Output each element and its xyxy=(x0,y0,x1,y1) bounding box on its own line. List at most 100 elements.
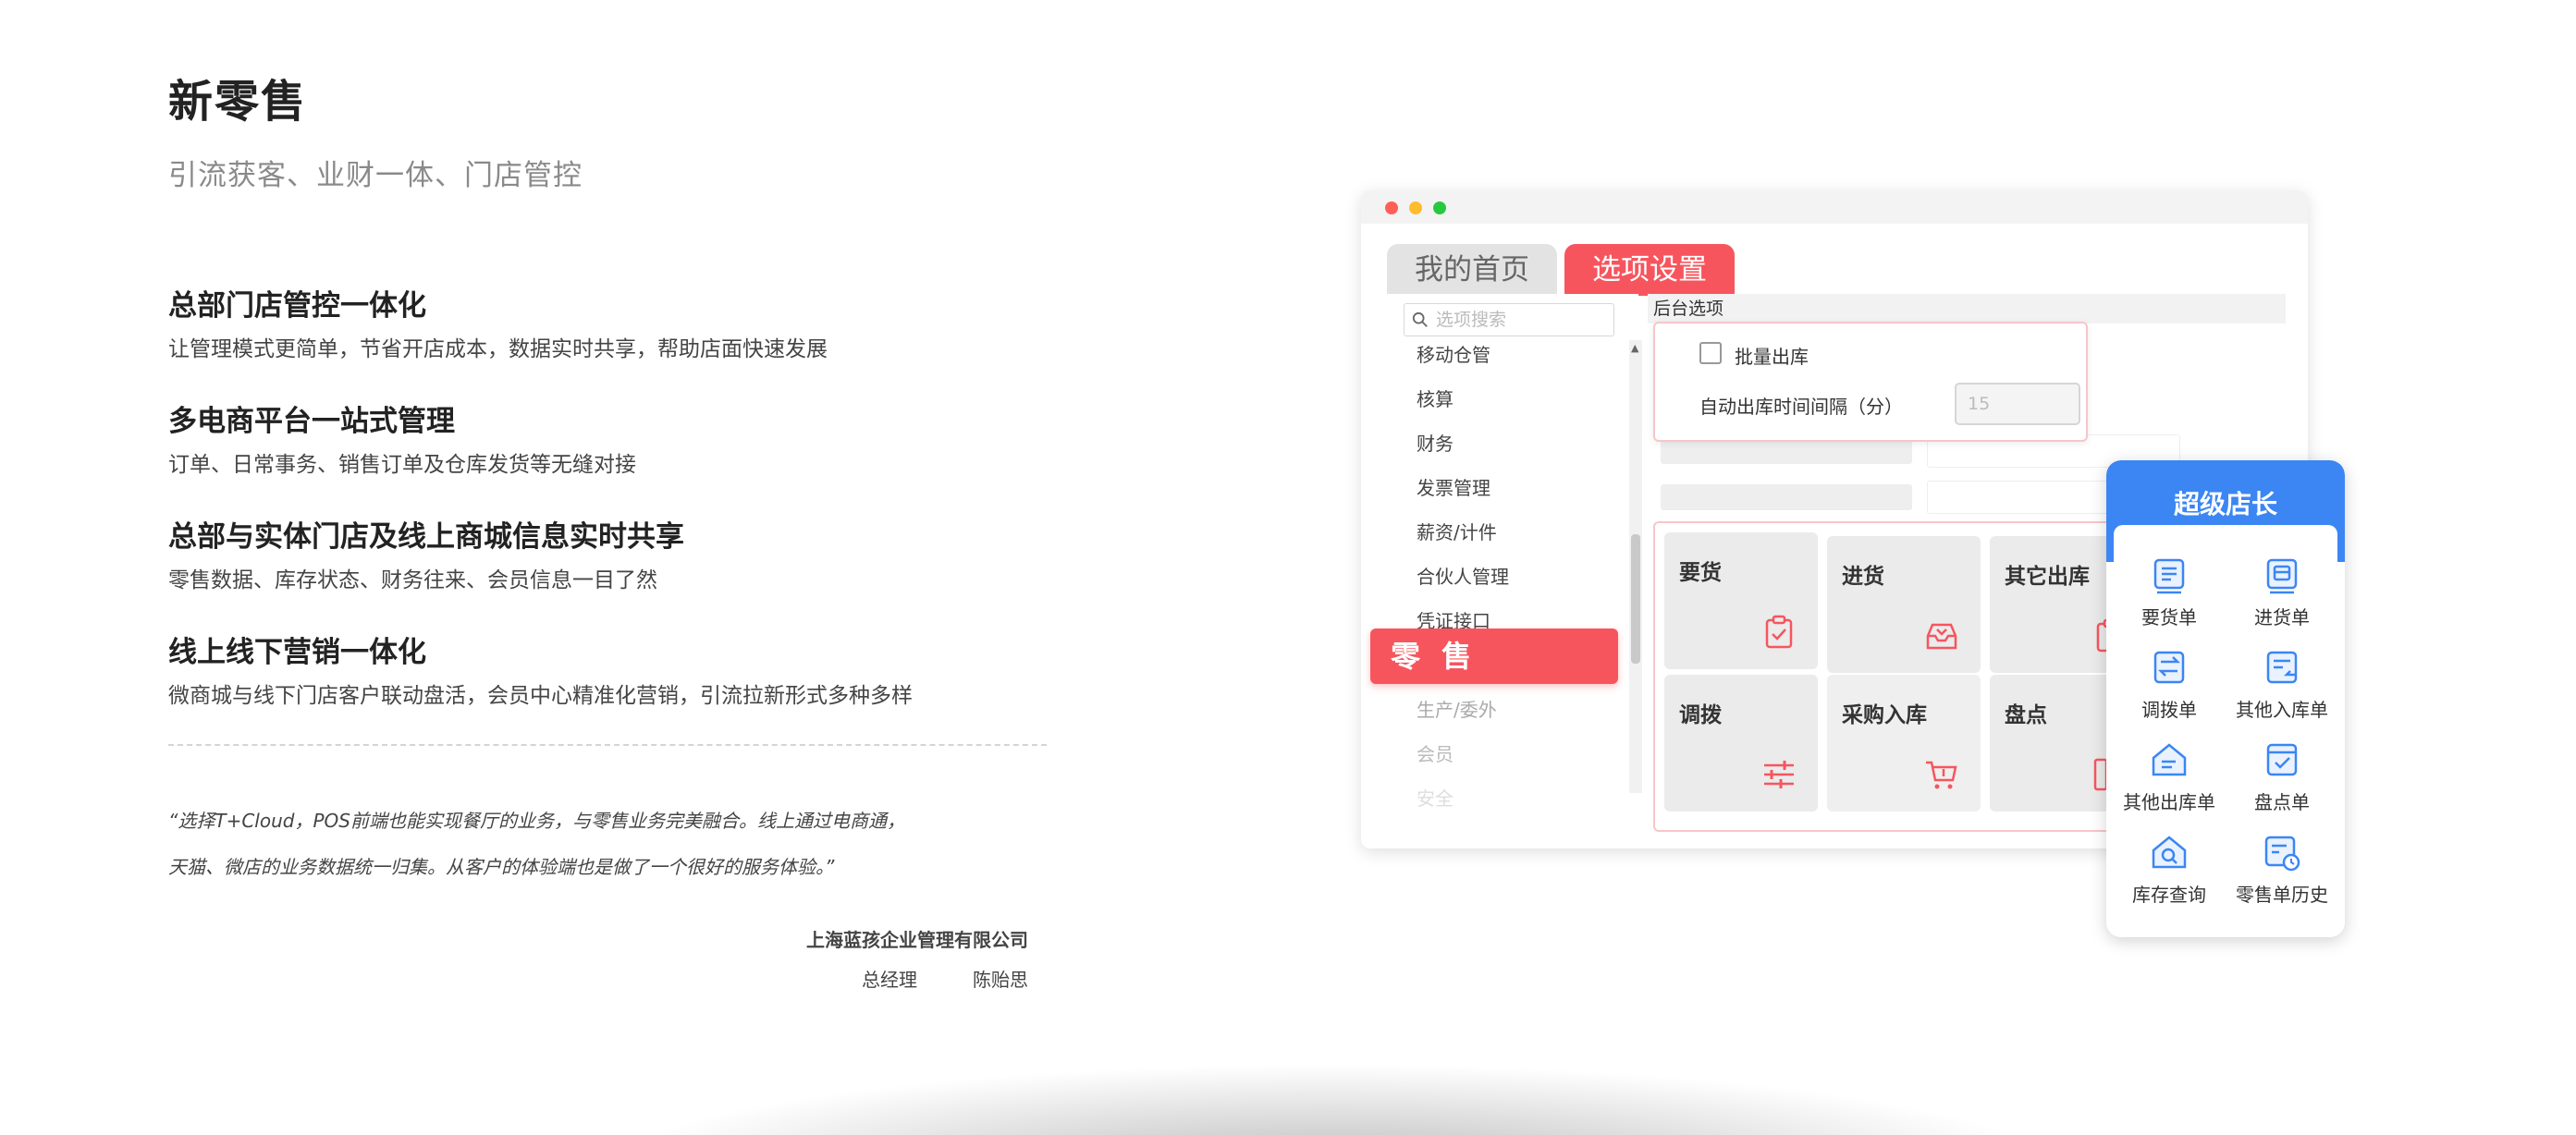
page-title: 新零售 xyxy=(168,76,308,128)
testimonial-quote: “选择T+Cloud，POS前端也能实现餐厅的业务，与零售业务完美融合。线上通过… xyxy=(168,798,1056,890)
list-doc-icon xyxy=(2153,558,2185,594)
mobile-item-label: 盘点单 xyxy=(2254,791,2310,813)
mobile-item-other-outbound[interactable]: 其他出库单 xyxy=(2114,739,2225,814)
feature-title: 多电商平台一站式管理 xyxy=(168,405,455,438)
mobile-item-stocktake[interactable]: 盘点单 xyxy=(2226,739,2337,814)
maximize-dot-icon[interactable] xyxy=(1433,201,1446,214)
feature-list: 总部门店管控一体化 让管理模式更简单，节省开店成本，数据实时共享，帮助店面快速发… xyxy=(168,282,1056,709)
page: 新零售 引流获客、业财一体、门店管控 总部门店管控一体化 让管理模式更简单，节省… xyxy=(0,0,2576,1135)
sliders-icon xyxy=(1764,761,1794,788)
mobile-function-grid: 要货单 进货单 调拨单 其他入库单 其他出库单 盘点单 库存查询 零售单历史 xyxy=(2114,525,2337,932)
mobile-item-requisition[interactable]: 要货单 xyxy=(2114,555,2225,629)
tab-settings[interactable]: 选项设置 xyxy=(1564,244,1735,296)
person-line: 总经理 陈贻思 xyxy=(168,965,1028,992)
feature-desc: 订单、日常事务、销售订单及仓库发货等无缝对接 xyxy=(168,453,636,477)
feature-desc: 零售数据、库存状态、财务往来、会员信息一目了然 xyxy=(168,568,657,592)
export-house-icon xyxy=(2152,743,2187,776)
bottom-shadow xyxy=(592,1063,2071,1135)
box-doc-icon xyxy=(2266,558,2298,594)
placeholder-bar xyxy=(1661,484,1912,510)
sidebar-item[interactable]: 核算 xyxy=(1417,384,1454,411)
mobile-item-label: 库存查询 xyxy=(2132,884,2206,906)
sidebar-item[interactable]: 移动仓管 xyxy=(1417,340,1490,367)
feature-title: 线上线下营销一体化 xyxy=(168,636,426,669)
tile-transfer[interactable]: 调拨 xyxy=(1664,675,1818,812)
tile-label: 调拨 xyxy=(1679,703,1722,727)
sidebar-item[interactable]: 薪资/计件 xyxy=(1417,518,1497,544)
testimonial-signature: 上海蓝孩企业管理有限公司 总经理 陈贻思 xyxy=(168,925,1028,992)
feature-item: 多电商平台一站式管理 订单、日常事务、销售订单及仓库发货等无缝对接 xyxy=(168,397,1056,478)
dashed-divider xyxy=(168,744,1047,746)
clipboard-check-icon xyxy=(1765,615,1793,649)
window-titlebar xyxy=(1361,190,2308,224)
interval-input[interactable]: 15 xyxy=(1955,383,2080,425)
scrollbar-thumb[interactable] xyxy=(1631,534,1640,664)
transfer-doc-icon xyxy=(2153,651,2185,684)
quote-line: “选择T+Cloud，POS前端也能实现餐厅的业务，与零售业务完美融合。线上通过… xyxy=(168,810,905,832)
tile-label: 进货 xyxy=(1842,565,1884,589)
mobile-item-transfer[interactable]: 调拨单 xyxy=(2114,647,2225,722)
tab-home[interactable]: 我的首页 xyxy=(1387,244,1557,296)
mobile-item-stock-query[interactable]: 库存查询 xyxy=(2114,832,2225,907)
check-doc-icon xyxy=(2266,743,2298,776)
inbox-tray-icon xyxy=(1926,623,1957,650)
page-subtitle: 引流获客、业财一体、门店管控 xyxy=(168,159,583,192)
mobile-item-label: 零售单历史 xyxy=(2236,884,2328,906)
mobile-item-label: 其他出库单 xyxy=(2123,791,2215,813)
tile-label: 采购入库 xyxy=(1842,703,1927,727)
mobile-item-label: 调拨单 xyxy=(2141,699,2197,721)
feature-item: 总部门店管控一体化 让管理模式更简单，节省开店成本，数据实时共享，帮助店面快速发… xyxy=(168,282,1056,362)
search-input[interactable]: 选项搜索 xyxy=(1404,303,1614,336)
sidebar-scrollbar[interactable]: ▲ xyxy=(1629,340,1642,793)
tile-other-outbound[interactable]: 其它出库 xyxy=(1990,536,2124,673)
company-name: 上海蓝孩企业管理有限公司 xyxy=(806,929,1028,951)
feature-title: 总部与实体门店及线上商城信息实时共享 xyxy=(168,520,684,554)
sidebar-item[interactable]: 合伙人管理 xyxy=(1417,562,1509,589)
search-icon xyxy=(1412,311,1428,327)
house-search-icon xyxy=(2152,836,2187,869)
person-name: 陈贻思 xyxy=(973,969,1028,991)
cart-icon xyxy=(1926,761,1957,789)
history-doc-icon xyxy=(2264,836,2300,872)
sidebar-item[interactable]: 安全 xyxy=(1417,784,1454,811)
content-header: 后台选项 xyxy=(1648,294,2286,323)
tile-purchase-inbound[interactable]: 采购入库 xyxy=(1827,675,1981,812)
close-dot-icon[interactable] xyxy=(1385,201,1398,214)
tile-label: 盘点 xyxy=(2005,703,2047,727)
mobile-item-other-inbound[interactable]: 其他入库单 xyxy=(2226,647,2337,722)
feature-item: 总部与实体门店及线上商城信息实时共享 零售数据、库存状态、财务往来、会员信息一目… xyxy=(168,513,1056,593)
search-placeholder: 选项搜索 xyxy=(1436,310,1507,330)
retail-highlight-tab[interactable]: 零 售 xyxy=(1370,629,1618,684)
feature-title: 总部门店管控一体化 xyxy=(168,289,426,323)
sidebar-item[interactable]: 生产/委外 xyxy=(1417,695,1497,722)
mobile-item-retail-history[interactable]: 零售单历史 xyxy=(2226,832,2337,907)
sidebar-item[interactable]: 发票管理 xyxy=(1417,473,1490,500)
tile-label: 要货 xyxy=(1679,561,1722,585)
intro-column: 新零售 引流获客、业财一体、门店管控 总部门店管控一体化 让管理模式更简单，节省… xyxy=(168,65,1056,992)
sidebar-item[interactable]: 财务 xyxy=(1417,429,1454,456)
mobile-item-label: 其他入库单 xyxy=(2236,699,2328,721)
person-role: 总经理 xyxy=(862,969,917,991)
tile-purchase[interactable]: 进货 xyxy=(1827,536,1981,673)
interval-label: 自动出库时间间隔（分） xyxy=(1699,396,1903,418)
mobile-item-purchase[interactable]: 进货单 xyxy=(2226,555,2337,629)
mobile-title: 超级店长 xyxy=(2173,489,2277,519)
tile-stocktake[interactable]: 盘点 xyxy=(1990,675,2125,812)
tile-requisition[interactable]: 要货 xyxy=(1664,532,1818,669)
quote-line: 天猫、微店的业务数据统一归集。从客户的体验端也是做了一个很好的服务体验。” xyxy=(168,856,835,878)
import-doc-icon xyxy=(2266,651,2298,684)
options-sidebar: 选项搜索 移动仓管 核算 财务 发票管理 薪资/计件 合伙人管理 凭证接口 零售… xyxy=(1387,294,1642,810)
batch-outbound-checkbox[interactable] xyxy=(1699,342,1722,364)
minimize-dot-icon[interactable] xyxy=(1409,201,1422,214)
sidebar-item[interactable]: 会员 xyxy=(1417,739,1454,766)
option-popup: 批量出库 自动出库时间间隔（分） 15 xyxy=(1653,322,2088,442)
tile-label: 其它出库 xyxy=(2005,565,2090,589)
mobile-app-panel: 超级店长 要货单 进货单 调拨单 其他入库单 其他出库单 盘点单 库存查询 零售… xyxy=(2106,460,2345,937)
feature-desc: 微商城与线下门店客户联动盘活，会员中心精准化营销，引流拉新形式多种多样 xyxy=(168,684,913,708)
mobile-item-label: 进货单 xyxy=(2254,606,2310,629)
feature-item: 线上线下营销一体化 微商城与线下门店客户联动盘活，会员中心精准化营销，引流拉新形… xyxy=(168,629,1056,709)
feature-desc: 让管理模式更简单，节省开店成本，数据实时共享，帮助店面快速发展 xyxy=(168,337,828,361)
mobile-item-label: 要货单 xyxy=(2141,606,2197,629)
checkbox-label: 批量出库 xyxy=(1735,346,1809,368)
scroll-up-icon[interactable]: ▲ xyxy=(1631,342,1638,354)
